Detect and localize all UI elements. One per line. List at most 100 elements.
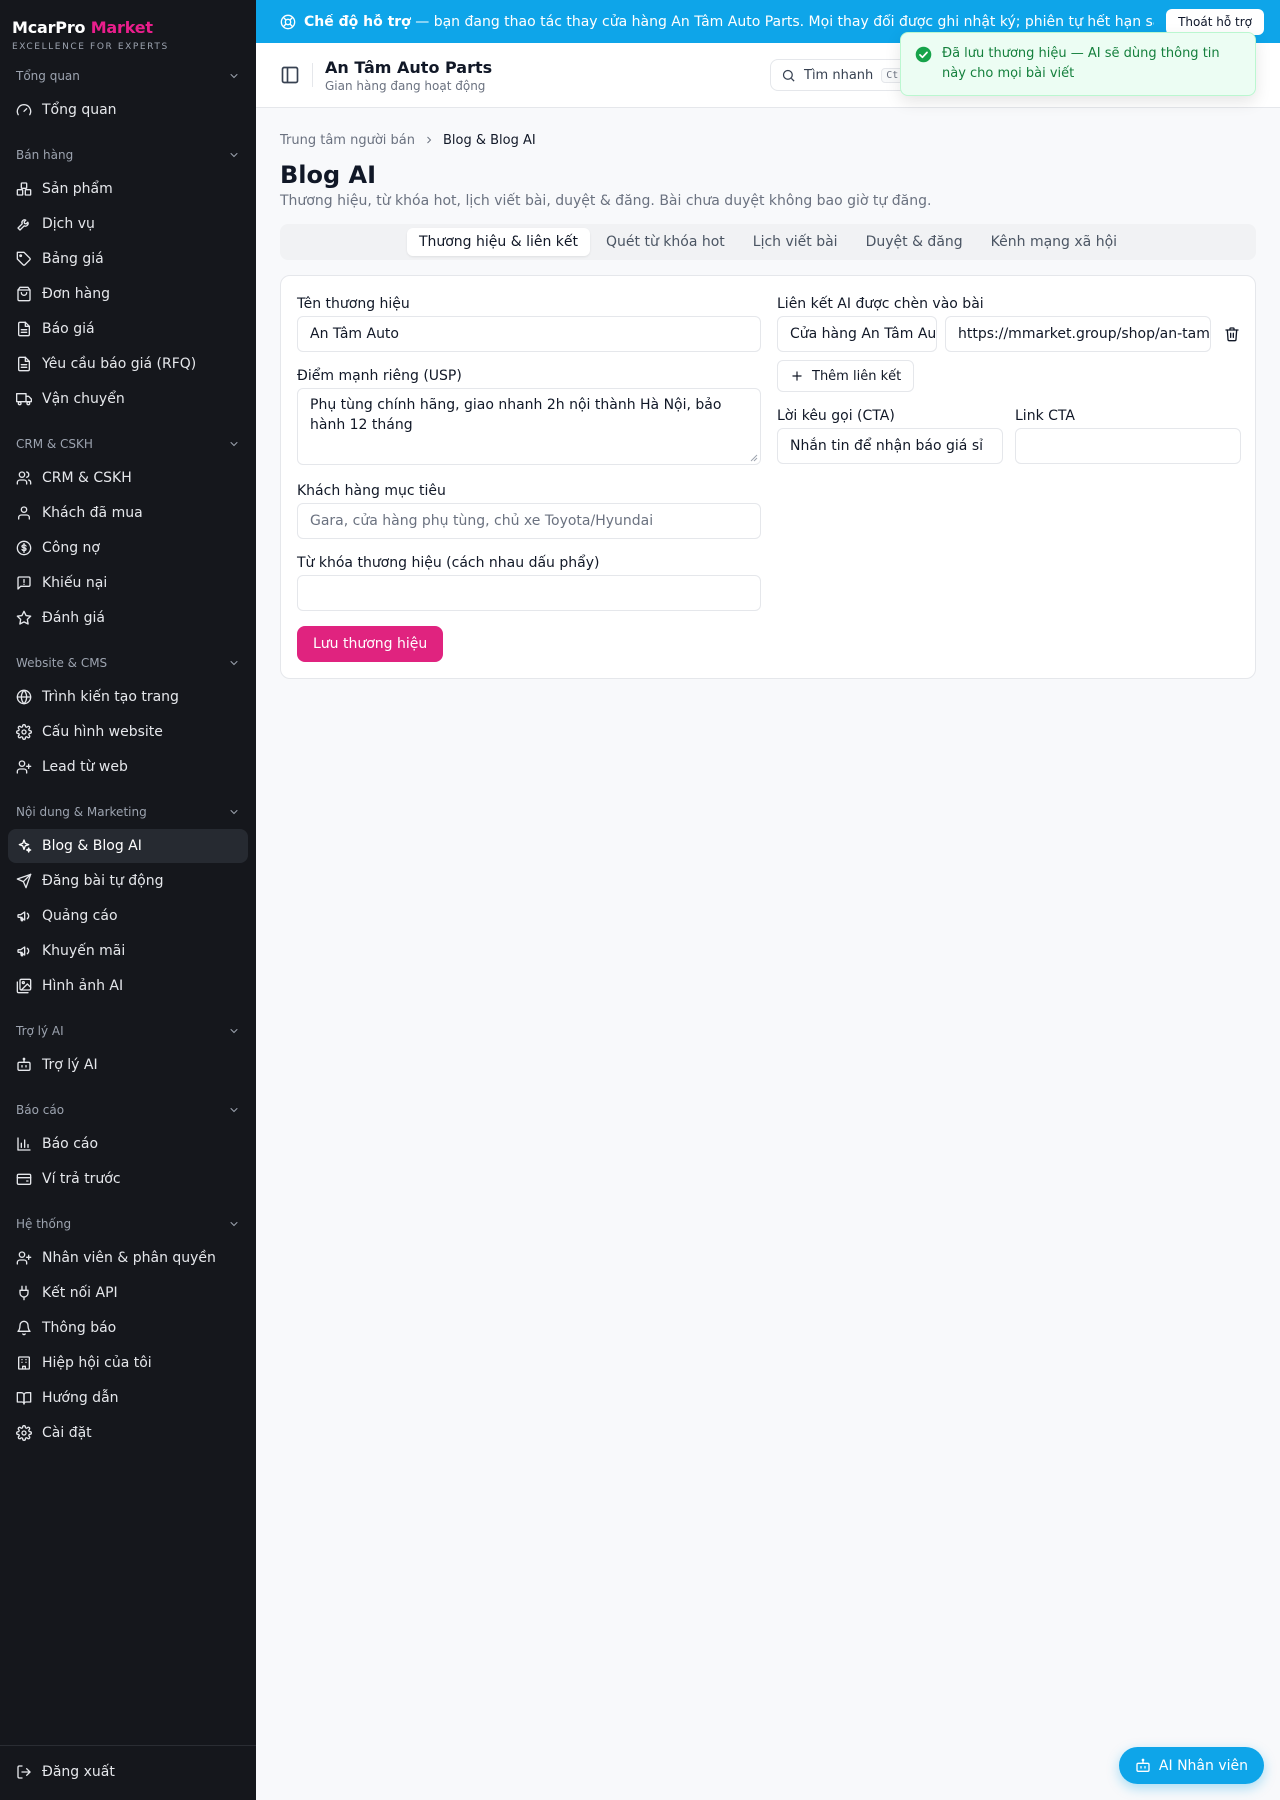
cta-link-input[interactable] — [1015, 428, 1241, 464]
chevron-down-icon[interactable] — [228, 806, 240, 818]
sidebar-group-title: Nội dung & Marketing — [16, 805, 147, 819]
bot-icon — [1136, 1758, 1150, 1772]
sidebar-item-label: Sản phẩm — [42, 181, 113, 197]
sidebar-group-header[interactable]: Hệ thống — [8, 1208, 248, 1240]
add-link-button[interactable]: Thêm liên kết — [777, 360, 915, 392]
sidebar-item-dang-bai-tu-dong[interactable]: Đăng bài tự động — [8, 864, 248, 898]
sidebar-group-title: CRM & CSKH — [16, 437, 93, 451]
chevron-down-icon[interactable] — [228, 657, 240, 669]
sidebar-item-label: Khiếu nại — [42, 575, 108, 591]
chevron-down-icon[interactable] — [228, 1104, 240, 1116]
sidebar-group-header[interactable]: Tổng quan — [8, 60, 248, 92]
sidebar-item-quang-cao[interactable]: Quảng cáo — [8, 899, 248, 933]
breadcrumb-current: Blog & Blog AI — [442, 132, 536, 148]
sidebar-item-label: CRM & CSKH — [42, 470, 132, 486]
link-url-input[interactable]: https://mmarket.group/shop/an-tam-auto-p… — [945, 316, 1211, 352]
sidebar-toggle-icon[interactable] — [280, 65, 300, 85]
sidebar-item-tong-quan[interactable]: Tổng quan — [8, 93, 248, 127]
sidebar-item-nhan-vien-phan-quyen[interactable]: Nhân viên & phân quyền — [8, 1241, 248, 1275]
keywords-input[interactable] — [297, 575, 761, 611]
sidebar-item-cong-no[interactable]: Công nợ — [8, 531, 248, 565]
sidebar-item-label: Cấu hình website — [42, 724, 163, 740]
sidebar-item-huong-dan[interactable]: Hướng dẫn — [8, 1381, 248, 1415]
sidebar-item-trinh-kien-tao-trang[interactable]: Trình kiến tạo trang — [8, 680, 248, 714]
sidebar-item-cai-dat[interactable]: Cài đặt — [8, 1416, 248, 1450]
sidebar-item-hinh-anh-ai[interactable]: Hình ảnh AI — [8, 969, 248, 1003]
link-name-input[interactable]: Cửa hàng An Tâm Auto — [777, 316, 937, 352]
sidebar-item-label: Cài đặt — [42, 1425, 92, 1441]
sidebar-item-lead-tu-web[interactable]: Lead từ web — [8, 750, 248, 784]
sidebar-item-bao-cao[interactable]: Báo cáo — [8, 1127, 248, 1161]
sidebar-group-header[interactable]: Nội dung & Marketing — [8, 796, 248, 828]
sidebar-item-danh-gia[interactable]: Đánh giá — [8, 601, 248, 635]
tab-lich-viet-bai[interactable]: Lịch viết bài — [741, 228, 850, 256]
plus-icon — [792, 371, 802, 381]
sidebar-group-header[interactable]: CRM & CSKH — [8, 428, 248, 460]
ai-staff-label: AI Nhân viên — [1158, 1757, 1248, 1774]
sidebar-group-website-cms: Website & CMS Trình kiến tạo trang Cấu hìn… — [8, 647, 248, 784]
chevron-down-icon[interactable] — [228, 149, 240, 161]
sidebar-item-don-hang[interactable]: Đơn hàng — [8, 277, 248, 311]
sidebar-item-label: Bảng giá — [42, 251, 104, 267]
sidebar-item-yeu-cau-bao-gia-rfq[interactable]: Yêu cầu báo giá (RFQ) — [8, 347, 248, 381]
sidebar-item-cau-hinh-website[interactable]: Cấu hình website — [8, 715, 248, 749]
shopping-bag-icon — [17, 286, 31, 302]
trash-icon[interactable] — [1224, 326, 1240, 342]
page-subtitle: Thương hiệu, từ khóa hot, lịch viết bài,… — [280, 193, 932, 209]
chevron-down-icon[interactable] — [228, 1218, 240, 1230]
sidebar-item-label: Hướng dẫn — [42, 1390, 119, 1406]
sidebar-item-ket-noi-api[interactable]: Kết nối API — [8, 1276, 248, 1310]
settings-icon — [16, 724, 32, 740]
chevron-down-icon[interactable] — [228, 70, 240, 82]
logout-button[interactable]: Đăng xuất — [8, 1755, 248, 1789]
sidebar-item-san-pham[interactable]: Sản phẩm — [8, 172, 248, 206]
sidebar-group-header[interactable]: Website & CMS — [8, 647, 248, 679]
banner-text: Chế độ hỗ trợ — bạn đang thao tác thay c… — [304, 14, 1154, 30]
sidebar-item-bang-gia[interactable]: Bảng giá — [8, 242, 248, 276]
sidebar-item-bao-gia[interactable]: Báo giá — [8, 312, 248, 346]
sidebar-item-label: Lead từ web — [42, 759, 128, 775]
brand-name-a: McarPro — [12, 18, 86, 37]
header-divider — [312, 63, 313, 87]
tab-thuong-hieu-lien-ket[interactable]: Thương hiệu & liên kết — [406, 228, 591, 256]
sidebar-item-vi-tra-truoc[interactable]: Ví trả trước — [8, 1162, 248, 1196]
sidebar-item-label: Blog & Blog AI — [42, 838, 142, 854]
sidebar-group-header[interactable]: Bán hàng — [8, 139, 248, 171]
sidebar-item-tro-ly-ai[interactable]: Trợ lý AI — [8, 1048, 248, 1082]
sidebar-item-khieu-nai[interactable]: Khiếu nại — [8, 566, 248, 600]
exit-support-button[interactable]: Thoát hỗ trợ — [1166, 8, 1264, 35]
usp-value: Phụ tùng chính hãng, giao nhanh 2h nội t… — [310, 397, 722, 433]
sidebar-item-khach-da-mua[interactable]: Khách đã mua — [8, 496, 248, 530]
message-alert-icon — [17, 576, 31, 590]
sparkles-icon — [18, 839, 32, 853]
ai-staff-button[interactable]: AI Nhân viên — [1118, 1747, 1264, 1784]
brand-logo[interactable]: McarPro Market EXCELLENCE FOR EXPERTS — [0, 0, 256, 60]
breadcrumb-root[interactable]: Trung tâm người bán — [280, 133, 415, 148]
bot-icon — [17, 1057, 31, 1071]
tab-kenh-mang-xa-hoi[interactable]: Kênh mạng xã hội — [979, 228, 1129, 256]
chevron-down-icon[interactable] — [228, 438, 240, 450]
sidebar-item-khuyen-mai[interactable]: Khuyến mãi — [8, 934, 248, 968]
chevron-down-icon[interactable] — [228, 1025, 240, 1037]
sidebar-item-van-chuyen[interactable]: Vận chuyển — [8, 382, 248, 416]
sidebar-group-header[interactable]: Báo cáo — [8, 1094, 248, 1126]
sidebar-item-label: Khách đã mua — [42, 505, 143, 521]
sidebar-item-crm-cskh[interactable]: CRM & CSKH — [8, 461, 248, 495]
sidebar-item-thong-bao[interactable]: Thông báo — [8, 1311, 248, 1345]
wallet-icon — [16, 1173, 32, 1185]
sidebar-group-header[interactable]: Trợ lý AI — [8, 1015, 248, 1047]
tab-quet-tu-khoa-hot[interactable]: Quét từ khóa hot — [594, 228, 737, 256]
brand-name-input[interactable]: An Tâm Auto — [297, 316, 761, 352]
tab-duyet-dang[interactable]: Duyệt & đăng — [854, 228, 975, 256]
sidebar-item-hiep-hoi-cua-toi[interactable]: Hiệp hội của tôi — [8, 1346, 248, 1380]
save-brand-button[interactable]: Lưu thương hiệu — [297, 626, 444, 662]
boxes-icon — [16, 182, 32, 196]
cta-input[interactable]: Nhắn tin để nhận báo giá sỉ — [777, 428, 1003, 464]
usp-textarea[interactable]: Phụ tùng chính hãng, giao nhanh 2h nội t… — [297, 388, 761, 465]
resize-handle-icon[interactable] — [750, 454, 758, 462]
sidebar-item-dich-vu[interactable]: Dịch vụ — [8, 207, 248, 241]
sidebar-item-blog-blog-ai[interactable]: Blog & Blog AI — [8, 829, 248, 863]
sidebar-item-label: Công nợ — [42, 540, 100, 556]
audience-input[interactable]: Gara, cửa hàng phụ tùng, chủ xe Toyota/H… — [297, 503, 761, 539]
sidebar-item-label: Báo giá — [42, 321, 95, 337]
